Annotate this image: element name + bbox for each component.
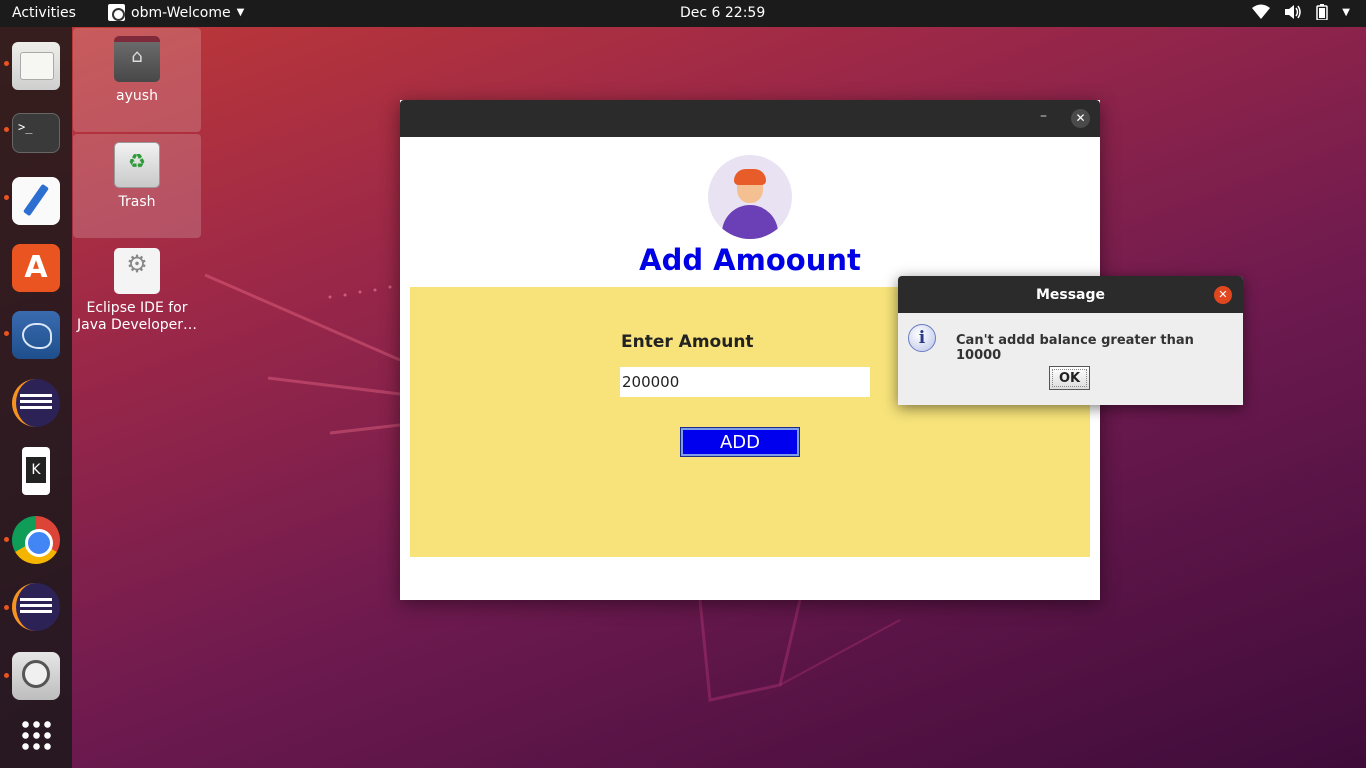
- running-indicator: [4, 127, 9, 132]
- files-app-icon[interactable]: [12, 42, 60, 90]
- wifi-icon: [1252, 4, 1271, 19]
- desktop-icon-label: ayush: [116, 88, 158, 104]
- app-menu[interactable]: obm-Welcome ▼: [108, 4, 244, 21]
- clock[interactable]: Dec 6 22:59: [680, 5, 765, 21]
- dialog-close-button[interactable]: ✕: [1214, 286, 1232, 304]
- app-icon: [108, 4, 125, 21]
- app-menu-label: obm-Welcome: [131, 4, 231, 21]
- running-indicator: [4, 195, 9, 200]
- user-avatar: [708, 155, 792, 239]
- running-indicator: [4, 605, 9, 610]
- running-indicator: [4, 331, 9, 336]
- trash-icon: [114, 142, 160, 188]
- desktop-icon-label: Eclipse IDE for Java Developer…: [76, 300, 198, 333]
- close-button[interactable]: ✕: [1071, 109, 1090, 128]
- dock: >_ A: [0, 27, 72, 768]
- avatar-hair: [734, 169, 766, 185]
- info-icon: i: [908, 324, 936, 352]
- top-bar: Activities obm-Welcome ▼ Dec 6 22:59 ▼: [0, 0, 1366, 27]
- eclipse-app-icon[interactable]: [12, 379, 60, 427]
- text-editor-app-icon[interactable]: [12, 177, 60, 225]
- amount-input[interactable]: [620, 367, 870, 397]
- avatar-body: [722, 205, 778, 239]
- desktop-icon-trash[interactable]: Trash: [73, 134, 201, 238]
- launcher-gear-icon: [114, 248, 160, 294]
- add-button[interactable]: ADD: [680, 427, 800, 457]
- dialog-title: Message: [1035, 287, 1106, 303]
- desktop-icon-label: Trash: [118, 194, 156, 210]
- apps-grid-icon: [20, 719, 52, 751]
- terminal-app-icon[interactable]: >_: [12, 113, 60, 153]
- caret-down-icon: ▼: [236, 7, 245, 18]
- battery-icon: [1316, 4, 1329, 20]
- window-titlebar[interactable]: – ✕: [400, 100, 1100, 137]
- running-indicator: [4, 61, 9, 66]
- minimize-button[interactable]: –: [1040, 108, 1047, 124]
- kde-connect-app-icon[interactable]: [22, 447, 50, 495]
- system-tray[interactable]: ▼: [1252, 4, 1350, 20]
- home-folder-icon: [114, 36, 160, 82]
- eclipse-app-icon[interactable]: [12, 583, 60, 631]
- volume-icon: [1285, 5, 1302, 19]
- dialog-message: Can't addd balance greater than 10000: [956, 333, 1194, 363]
- running-indicator: [4, 673, 9, 678]
- show-applications-button[interactable]: [12, 715, 60, 763]
- power-menu-caret-icon: ▼: [1342, 6, 1350, 18]
- eclipse-stripes: [20, 394, 52, 412]
- software-center-app-icon[interactable]: A: [12, 244, 60, 292]
- ok-button[interactable]: OK: [1049, 366, 1090, 390]
- magnifier-app-icon[interactable]: [12, 652, 60, 700]
- desktop-icon-home[interactable]: ayush: [73, 28, 201, 132]
- dialog-titlebar[interactable]: Message ✕: [898, 276, 1243, 313]
- chrome-app-icon[interactable]: [12, 516, 60, 564]
- activities-button[interactable]: Activities: [12, 5, 76, 21]
- desktop-icon-eclipse[interactable]: Eclipse IDE for Java Developer…: [73, 240, 201, 334]
- mysql-workbench-app-icon[interactable]: [12, 311, 60, 359]
- eclipse-stripes: [20, 598, 52, 616]
- amount-label: Enter Amount: [621, 332, 754, 352]
- running-indicator: [4, 537, 9, 542]
- page-title: Add Amoount: [639, 243, 861, 277]
- message-dialog: Message ✕ i Can't addd balance greater t…: [898, 276, 1243, 405]
